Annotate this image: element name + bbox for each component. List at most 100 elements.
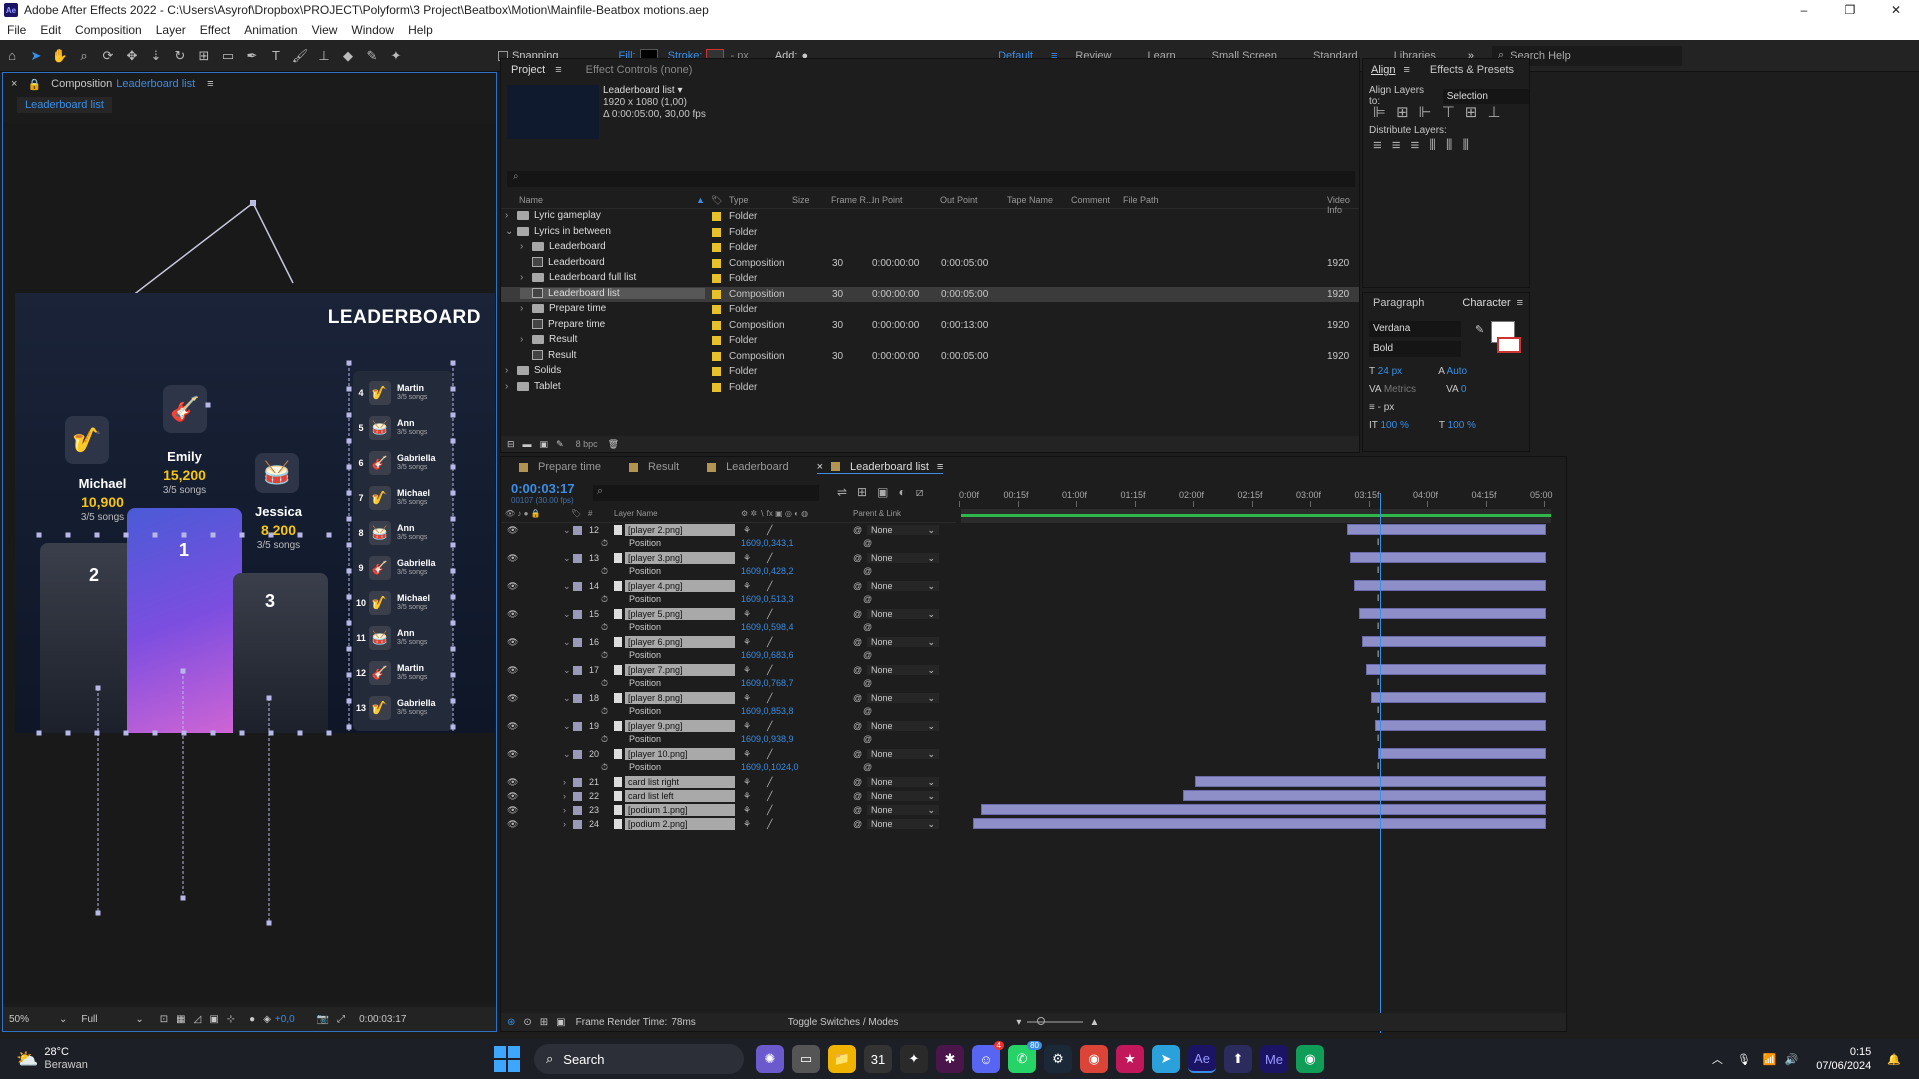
expand-arrow-icon[interactable]: › <box>505 365 517 376</box>
layer-label-swatch[interactable] <box>573 525 582 535</box>
layer-label-swatch[interactable] <box>573 819 582 829</box>
chrome-profile-icon[interactable]: ◉ <box>1296 1045 1324 1073</box>
grid-icon[interactable]: ⊹ <box>227 1014 235 1025</box>
bpc-button[interactable]: 8 bpc <box>576 439 598 449</box>
transform-handle[interactable] <box>210 730 216 736</box>
menu-animation[interactable]: Animation <box>237 23 304 37</box>
vertical-scale-value[interactable]: 100 % <box>1381 420 1409 431</box>
transform-handle[interactable] <box>450 438 456 444</box>
transform-handle[interactable] <box>297 730 303 736</box>
project-item-row[interactable]: Leaderboard Composition 30 0:00:00:00 0:00:0… <box>501 256 1359 271</box>
timeline-tab[interactable]: Leaderboard <box>707 461 789 473</box>
transform-handle[interactable] <box>94 730 100 736</box>
visibility-eye-icon[interactable]: 👁 <box>507 609 518 620</box>
layer-duration-bar[interactable] <box>1366 664 1546 675</box>
layer-label-swatch[interactable] <box>573 777 582 787</box>
pickwhip-icon[interactable]: @ <box>853 609 862 619</box>
stopwatch-icon[interactable]: ⏱ <box>601 650 608 661</box>
region-icon[interactable]: ⊡ <box>160 1014 168 1025</box>
shy-switch-icon[interactable]: ⚘ <box>743 553 751 564</box>
position-value[interactable]: 1609,0,343,1 <box>741 538 794 548</box>
stopwatch-icon[interactable]: ⏱ <box>601 566 608 577</box>
parent-select[interactable]: None ⌄ <box>867 581 939 591</box>
parent-select[interactable]: None ⌄ <box>867 525 939 535</box>
layer-row[interactable]: 👁 › 23 [podium 1.png] ⚘ ╱ @ None ⌄ <box>501 803 1566 817</box>
pickwhip-icon[interactable]: @ <box>853 805 862 815</box>
horizontal-scale-value[interactable]: 100 % <box>1448 420 1476 431</box>
expression-pickwhip-icon[interactable]: @ <box>863 734 872 744</box>
parent-select[interactable]: None ⌄ <box>867 749 939 759</box>
pickwhip-icon[interactable]: @ <box>853 777 862 787</box>
expand-arrow-icon[interactable]: ⌄ <box>563 525 571 536</box>
layer-row[interactable]: 👁 ⌄ 16 [player 6.png] ⚘ ╱ @ None ⌄ <box>501 635 1566 649</box>
stopwatch-icon[interactable]: ⏱ <box>601 734 608 745</box>
expand-arrow-icon[interactable]: ⌄ <box>563 609 571 620</box>
position-value[interactable]: 1609,0,513,3 <box>741 594 794 604</box>
layer-row[interactable]: 👁 ⌄ 14 [player 4.png] ⚘ ╱ @ None ⌄ <box>501 579 1566 593</box>
layer-label-swatch[interactable] <box>573 693 582 703</box>
distribute-buttons-row[interactable]: ≡≡≡⦀⦀⦀ <box>1373 137 1479 154</box>
layer-name[interactable]: card list right <box>625 776 735 788</box>
parent-select[interactable]: None ⌄ <box>867 637 939 647</box>
transform-handle[interactable] <box>346 412 352 418</box>
layer-duration-bar[interactable] <box>1370 692 1546 703</box>
project-menu-icon[interactable]: ≡ <box>555 64 561 76</box>
parent-select[interactable]: None ⌄ <box>867 819 939 829</box>
pickwhip-icon[interactable]: @ <box>853 693 862 703</box>
transform-handle[interactable] <box>95 910 101 916</box>
transform-handle[interactable] <box>346 672 352 678</box>
col-layer-name[interactable]: Layer Name <box>614 509 658 518</box>
layer-row[interactable]: 👁 ⌄ 12 [player 2.png] ⚘ ╱ @ None ⌄ <box>501 523 1566 537</box>
viewer-timecode[interactable]: 0:00:03:17 <box>359 1014 406 1025</box>
app-icon-arrow[interactable]: ⬆ <box>1224 1045 1252 1073</box>
clock[interactable]: 0:15 07/06/2024 <box>1816 1045 1871 1073</box>
position-value[interactable]: 1609,0,598,4 <box>741 622 794 632</box>
align-to-select[interactable]: Selection <box>1442 88 1529 104</box>
quality-switch-icon[interactable]: ╱ <box>767 721 772 732</box>
layer-name[interactable]: [player 3.png] <box>625 552 735 564</box>
type-tool-icon[interactable]: T <box>264 44 288 68</box>
label-color-swatch[interactable] <box>712 320 721 330</box>
interpret-footage-icon[interactable]: ⊟ <box>507 439 515 450</box>
expression-pickwhip-icon[interactable]: @ <box>863 538 872 548</box>
transform-handle[interactable] <box>346 646 352 652</box>
notification-bell-icon[interactable]: 🔔 <box>1887 1053 1901 1066</box>
layer-label-swatch[interactable] <box>573 553 582 563</box>
layer-row[interactable]: 👁 › 21 card list right ⚘ ╱ @ None ⌄ <box>501 775 1566 789</box>
layer-label-swatch[interactable] <box>573 791 582 801</box>
layer-duration-bar[interactable] <box>1362 636 1546 647</box>
transform-handle[interactable] <box>152 532 158 538</box>
comp-viewer[interactable]: LEADERBOARD 2 1 3 🎸 🎷 🥁 Michael 10,900 3… <box>3 123 496 1003</box>
shy-switch-icon[interactable]: ⚘ <box>743 791 751 802</box>
parent-select[interactable]: None ⌄ <box>867 721 939 731</box>
kerning-value[interactable]: Metrics <box>1384 384 1416 395</box>
figma-icon[interactable]: ✦ <box>900 1045 928 1073</box>
expression-pickwhip-icon[interactable]: @ <box>863 678 872 688</box>
minimize-button[interactable]: – <box>1781 0 1827 20</box>
visibility-eye-icon[interactable]: 👁 <box>507 749 518 760</box>
playhead[interactable] <box>1379 493 1381 1033</box>
composition-tab-name[interactable]: Leaderboard list <box>116 78 195 90</box>
transform-handle[interactable] <box>346 698 352 704</box>
expand-arrow-icon[interactable]: › <box>520 241 532 252</box>
transform-handle[interactable] <box>346 386 352 392</box>
label-color-swatch[interactable] <box>712 367 721 376</box>
layer-duration-bar[interactable] <box>1378 748 1546 759</box>
transform-handle[interactable] <box>180 668 186 674</box>
pickwhip-icon[interactable]: @ <box>853 749 862 759</box>
layer-label-swatch[interactable] <box>573 637 582 647</box>
start-button[interactable] <box>494 1046 520 1072</box>
guides-icon[interactable]: ▣ <box>209 1014 218 1025</box>
shy-switch-icon[interactable]: ⚘ <box>743 525 751 536</box>
exposure-value[interactable]: +0,0 <box>275 1014 295 1025</box>
telegram-icon[interactable]: ➤ <box>1152 1045 1180 1073</box>
delete-icon[interactable]: 🗑 <box>608 439 619 450</box>
visibility-eye-icon[interactable]: 👁 <box>507 721 518 732</box>
transform-handle[interactable] <box>346 568 352 574</box>
tab-project[interactable]: Project <box>511 64 545 76</box>
layer-row[interactable]: 👁 ⌄ 13 [player 3.png] ⚘ ╱ @ None ⌄ <box>501 551 1566 565</box>
layer-row[interactable]: 👁 ⌄ 20 [player 10.png] ⚘ ╱ @ None ⌄ <box>501 747 1566 761</box>
font-family-select[interactable]: Verdana <box>1369 321 1461 337</box>
weather-widget[interactable]: ⛅ 28°C Berawan <box>16 1046 356 1072</box>
transform-handle[interactable] <box>239 532 245 538</box>
